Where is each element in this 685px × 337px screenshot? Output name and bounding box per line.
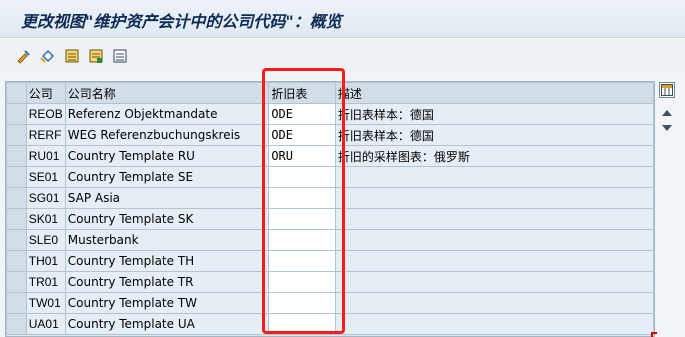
company-name-cell: Country Template TH <box>64 250 270 272</box>
description-cell <box>334 208 654 230</box>
company-name-cell: Country Template SK <box>64 208 270 230</box>
copy-icon[interactable] <box>111 47 129 65</box>
row-selector[interactable] <box>6 208 27 230</box>
title-bar: 更改视图"维护资产会计中的公司代码"：概览 <box>0 0 685 38</box>
table-row: SG01 SAP Asia <box>6 187 654 209</box>
table-row: TH01 Country Template TH <box>6 250 654 272</box>
row-selector[interactable] <box>6 187 27 209</box>
description-cell <box>334 313 654 335</box>
table-row: RERF WEG Referenzbuchungskreis ODE 折旧表样本… <box>6 124 654 146</box>
scroll-up-icon[interactable] <box>662 110 672 116</box>
depreciation-chart-input[interactable]: ODE <box>268 124 336 146</box>
description-cell: 折旧表样本：德国 <box>334 103 654 125</box>
company-name-cell: Country Template TR <box>64 271 270 293</box>
company-code-cell: SK01 <box>25 208 66 230</box>
company-name-cell: SAP Asia <box>64 187 270 209</box>
row-selector[interactable] <box>6 103 27 125</box>
company-code-cell: TR01 <box>25 271 66 293</box>
company-code-cell: RU01 <box>25 145 66 167</box>
table-row: UA01 Country Template UA <box>6 313 654 335</box>
depreciation-chart-input[interactable]: ODE <box>268 103 336 125</box>
new-entries-icon[interactable] <box>87 47 105 65</box>
depreciation-chart-input[interactable] <box>268 229 336 251</box>
depreciation-chart-input[interactable] <box>268 187 336 209</box>
company-code-cell: SE01 <box>25 166 66 188</box>
table-row: TW01 Country Template TW <box>6 292 654 314</box>
row-selector[interactable] <box>6 166 27 188</box>
column-header-company-name[interactable]: 公司名称 <box>64 82 270 104</box>
company-code-cell: TH01 <box>25 250 66 272</box>
table-header-row: 公司 公司名称 折旧表 描述 <box>6 82 654 104</box>
depreciation-chart-input[interactable]: ORU <box>268 145 336 167</box>
row-selector[interactable] <box>6 292 27 314</box>
company-code-cell: UA01 <box>25 313 66 335</box>
depreciation-chart-input[interactable] <box>268 271 336 293</box>
company-name-cell: Country Template RU <box>64 145 270 167</box>
depreciation-chart-input[interactable] <box>268 313 336 335</box>
company-code-cell: SG01 <box>25 187 66 209</box>
column-header-depreciation-chart[interactable]: 折旧表 <box>268 82 336 104</box>
row-selector[interactable] <box>6 124 27 146</box>
company-name-cell: WEG Referenzbuchungskreis <box>64 124 270 146</box>
company-name-cell: Country Template SE <box>64 166 270 188</box>
company-code-cell: REOB <box>25 103 66 125</box>
description-cell <box>334 166 654 188</box>
edit-glasses-icon[interactable] <box>15 47 33 65</box>
description-cell <box>334 250 654 272</box>
description-cell <box>334 271 654 293</box>
column-header-description[interactable]: 描述 <box>334 82 654 104</box>
table-row: SK01 Country Template SK <box>6 208 654 230</box>
change-display-icon[interactable] <box>39 47 57 65</box>
depreciation-chart-input[interactable] <box>268 292 336 314</box>
depreciation-chart-input[interactable] <box>268 166 336 188</box>
row-selector[interactable] <box>6 313 27 335</box>
table-row: REOB Referenz Objektmandate ODE 折旧表样本：德国 <box>6 103 654 125</box>
table-row: SLE0 Musterbank <box>6 229 654 251</box>
select-all-cell[interactable] <box>6 82 27 104</box>
company-name-cell: Country Template UA <box>64 313 270 335</box>
row-selector[interactable] <box>6 271 27 293</box>
save-icon[interactable] <box>63 47 81 65</box>
company-name-cell: Musterbank <box>64 229 270 251</box>
row-selector[interactable] <box>6 145 27 167</box>
column-header-company[interactable]: 公司 <box>25 82 66 104</box>
description-cell: 折旧的采样图表：俄罗斯 <box>334 145 654 167</box>
scroll-down-icon[interactable] <box>662 125 672 131</box>
table-settings-icon[interactable] <box>659 82 675 98</box>
description-cell <box>334 187 654 209</box>
table-row: SE01 Country Template SE <box>6 166 654 188</box>
description-cell <box>334 292 654 314</box>
depreciation-chart-input[interactable] <box>268 208 336 230</box>
company-name-cell: Referenz Objektmandate <box>64 103 270 125</box>
corner-marker <box>651 332 657 337</box>
row-selector[interactable] <box>6 250 27 272</box>
table-row: RU01 Country Template RU ORU 折旧的采样图表：俄罗斯 <box>6 145 654 167</box>
company-name-cell: Country Template TW <box>64 292 270 314</box>
row-selector[interactable] <box>6 229 27 251</box>
company-code-cell: SLE0 <box>25 229 66 251</box>
vertical-scrollbar[interactable] <box>656 81 678 337</box>
toolbar <box>0 39 685 73</box>
table-row: TR01 Country Template TR <box>6 271 654 293</box>
company-code-cell: RERF <box>25 124 66 146</box>
window-title: 更改视图"维护资产会计中的公司代码"：概览 <box>21 12 342 31</box>
company-code-cell: TW01 <box>25 292 66 314</box>
description-cell <box>334 229 654 251</box>
description-cell: 折旧表样本：德国 <box>334 124 654 146</box>
company-code-table: 公司 公司名称 折旧表 描述 REOB Referenz Objektmanda… <box>5 81 655 337</box>
depreciation-chart-input[interactable] <box>268 250 336 272</box>
